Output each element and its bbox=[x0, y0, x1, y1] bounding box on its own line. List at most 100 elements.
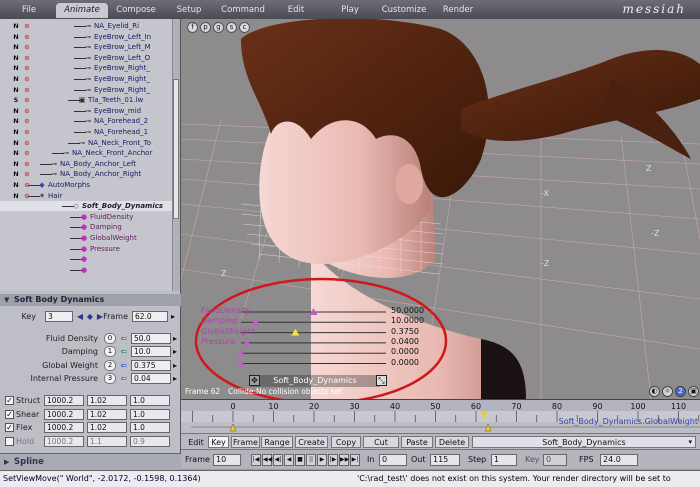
hierarchy-item[interactable]: N ⊙ ⊸ EyeBrow_Left_In bbox=[0, 32, 180, 42]
toolbar-paste-button[interactable]: Paste bbox=[401, 436, 433, 448]
lock-icon[interactable]: ⊙ bbox=[23, 64, 31, 72]
hierarchy-item[interactable]: N ⊙ ⊸ NA_Forehead_1 bbox=[0, 127, 180, 137]
lock-icon[interactable]: ⊙ bbox=[23, 149, 31, 157]
in-field[interactable]: 0 bbox=[379, 454, 407, 466]
hierarchy-item[interactable]: N ⊙ ⊸ NA_Neck_Front_Anchor bbox=[0, 148, 180, 158]
hierarchy-item[interactable]: ● bbox=[0, 265, 180, 275]
axis-value-1[interactable]: 1000.2 bbox=[44, 408, 84, 420]
fps-field[interactable]: 24.0 bbox=[600, 454, 638, 466]
param-spinner-icon[interactable]: ▸ bbox=[170, 373, 180, 384]
axis-value-1[interactable]: 1000.2 bbox=[44, 435, 84, 447]
hierarchy-item[interactable]: N ⊙ ⊸ NA_Body_Anchor_Right bbox=[0, 169, 180, 179]
current-frame-marker[interactable] bbox=[481, 411, 488, 420]
axis-checkbox[interactable]: ✓ bbox=[5, 409, 14, 419]
lock-icon[interactable]: ⊙ bbox=[23, 22, 31, 30]
lock-icon[interactable]: ⊙ bbox=[23, 160, 31, 168]
hierarchy-flag[interactable]: N bbox=[12, 75, 20, 83]
tab-file[interactable]: File bbox=[6, 3, 52, 18]
lock-icon[interactable]: ⊙ bbox=[23, 139, 31, 147]
tab-render[interactable]: Render bbox=[436, 3, 480, 18]
axis-value-2[interactable]: 1.1 bbox=[87, 435, 127, 447]
hierarchy-item[interactable]: ◇ Soft_Body_Dynamics bbox=[0, 201, 180, 212]
prev-frame-icon[interactable]: ◀| bbox=[273, 454, 283, 466]
lock-icon[interactable]: ⊙ bbox=[23, 107, 31, 115]
channel-select[interactable]: Soft_Body_Dynamics ▾ bbox=[472, 436, 696, 448]
hierarchy-item[interactable]: N ⊙ ⊸ EyeBrow_Left_M bbox=[0, 42, 180, 52]
hierarchy-item[interactable]: N ⊙ ⊸ NA_Body_Anchor_Left bbox=[0, 159, 180, 169]
hierarchy-flag[interactable]: N bbox=[12, 149, 20, 157]
hierarchy-flag[interactable]: S bbox=[12, 96, 20, 104]
param-index-badge[interactable]: 3 bbox=[104, 372, 116, 384]
tab-compose[interactable]: Compose bbox=[110, 3, 162, 18]
lock-icon[interactable]: ⊙ bbox=[23, 75, 31, 83]
axis-value-3[interactable]: 1.0 bbox=[130, 395, 170, 406]
lock-icon[interactable]: ⊙ bbox=[23, 170, 31, 178]
param-spinner-icon[interactable]: ▸ bbox=[170, 333, 180, 344]
key-prev-icon[interactable]: ◀ bbox=[75, 311, 85, 322]
param-arrow-icon[interactable]: ⇐ bbox=[119, 373, 129, 384]
hierarchy-flag[interactable]: N bbox=[12, 22, 20, 30]
collapse-triangle-icon[interactable]: ▼ bbox=[4, 294, 9, 306]
axis-value-2[interactable]: 1.02 bbox=[87, 408, 127, 420]
hierarchy-flag[interactable]: N bbox=[12, 107, 20, 115]
axis-value-2[interactable]: 1.02 bbox=[87, 395, 127, 406]
key-field[interactable]: 0 bbox=[543, 454, 567, 466]
param-index-badge[interactable]: 0 bbox=[104, 333, 116, 344]
hierarchy-flag[interactable]: N bbox=[12, 181, 20, 189]
stop-icon[interactable]: ■ bbox=[295, 454, 305, 466]
go-end-icon[interactable]: ▶| bbox=[350, 454, 360, 466]
hierarchy-flag[interactable]: N bbox=[12, 160, 20, 168]
viewport-layout-icon[interactable]: 2 bbox=[675, 386, 686, 397]
hierarchy-flag[interactable]: N bbox=[12, 43, 20, 51]
timeline[interactable]: 0 10 20 30 40 50 60 70 80 90 100 110 Soft_Body_Dyna… bbox=[181, 399, 700, 434]
tab-command[interactable]: Command bbox=[215, 3, 271, 18]
hierarchy-scrollbar[interactable] bbox=[172, 19, 180, 291]
tab-play[interactable]: Play bbox=[330, 3, 370, 18]
hierarchy-flag[interactable]: N bbox=[12, 128, 20, 136]
lock-icon[interactable]: ⊙ bbox=[23, 117, 31, 125]
hierarchy-item[interactable]: N ⊙ ⊸ NA_Neck_Front_To bbox=[0, 138, 180, 148]
viewport-f-icon[interactable]: f bbox=[187, 22, 198, 33]
key-diamond-icon[interactable]: ◆ bbox=[85, 311, 95, 322]
hierarchy-flag[interactable]: N bbox=[12, 54, 20, 62]
param-spinner-icon[interactable]: ▸ bbox=[170, 346, 180, 357]
hierarchy-item[interactable]: N ⊙ ⊸ EyeBrow_Left_O bbox=[0, 53, 180, 63]
hierarchy-flag[interactable]: N bbox=[12, 192, 20, 200]
toolbar-create-button[interactable]: Create bbox=[295, 436, 328, 448]
param-arrow-icon[interactable]: ⇐ bbox=[119, 360, 129, 371]
tab-setup[interactable]: Setup bbox=[166, 3, 212, 18]
lock-icon[interactable]: ⊙ bbox=[23, 128, 31, 136]
resize-icon[interactable]: ⤡ bbox=[376, 375, 387, 386]
param-arrow-icon[interactable]: ⇐ bbox=[119, 346, 129, 357]
axis-checkbox[interactable]: ✓ bbox=[5, 423, 14, 432]
param-arrow-icon[interactable]: ⇐ bbox=[119, 333, 129, 344]
hierarchy-item[interactable]: N ⊙ ⊸ EyeBrow_Right_ bbox=[0, 74, 180, 84]
hierarchy-flag[interactable]: N bbox=[12, 117, 20, 125]
expand-triangle-icon[interactable]: ▶ bbox=[4, 454, 9, 470]
step-field[interactable]: 1 bbox=[491, 454, 517, 466]
hierarchy-item[interactable]: N ⊙ ⊸ NA_Eyelid_Ri bbox=[0, 21, 180, 31]
hierarchy-item[interactable]: ● FluidDensity bbox=[0, 212, 180, 222]
tab-animate[interactable]: Animate bbox=[56, 3, 108, 18]
axis-value-3[interactable]: 0.9 bbox=[130, 435, 170, 447]
out-field[interactable]: 115 bbox=[430, 454, 460, 466]
toolbar-copy-button[interactable]: Copy bbox=[331, 436, 361, 448]
3d-viewport[interactable]: f p g s c Z -Z -X Z -Z FluidDensity 50.00… bbox=[181, 19, 700, 399]
viewport-camera-icon[interactable]: ◐ bbox=[649, 386, 660, 397]
lock-icon[interactable]: ⊙ bbox=[23, 54, 31, 62]
viewport-s-icon[interactable]: s bbox=[226, 22, 237, 33]
key-field[interactable]: 3 bbox=[45, 311, 73, 322]
param-index-badge[interactable]: 2 bbox=[104, 359, 116, 371]
axis-value-3[interactable]: 1.0 bbox=[130, 408, 170, 420]
hierarchy-item[interactable]: N ⊙ ⊸ EyeBrow_Right_ bbox=[0, 85, 180, 95]
lock-icon[interactable]: ⊙ bbox=[23, 43, 31, 51]
lock-icon[interactable]: ⊙ bbox=[23, 33, 31, 41]
hierarchy-item[interactable]: ● GlobalWeight bbox=[0, 233, 180, 243]
axis-value-2[interactable]: 1.02 bbox=[87, 422, 127, 433]
hierarchy-flag[interactable]: N bbox=[12, 33, 20, 41]
prev-key-icon[interactable]: ◀◀ bbox=[262, 454, 272, 466]
axis-value-1[interactable]: 1000.2 bbox=[44, 422, 84, 433]
axis-checkbox[interactable] bbox=[5, 436, 14, 446]
pause-icon[interactable]: || bbox=[306, 454, 316, 466]
toolbar-range-button[interactable]: Range bbox=[261, 436, 293, 448]
